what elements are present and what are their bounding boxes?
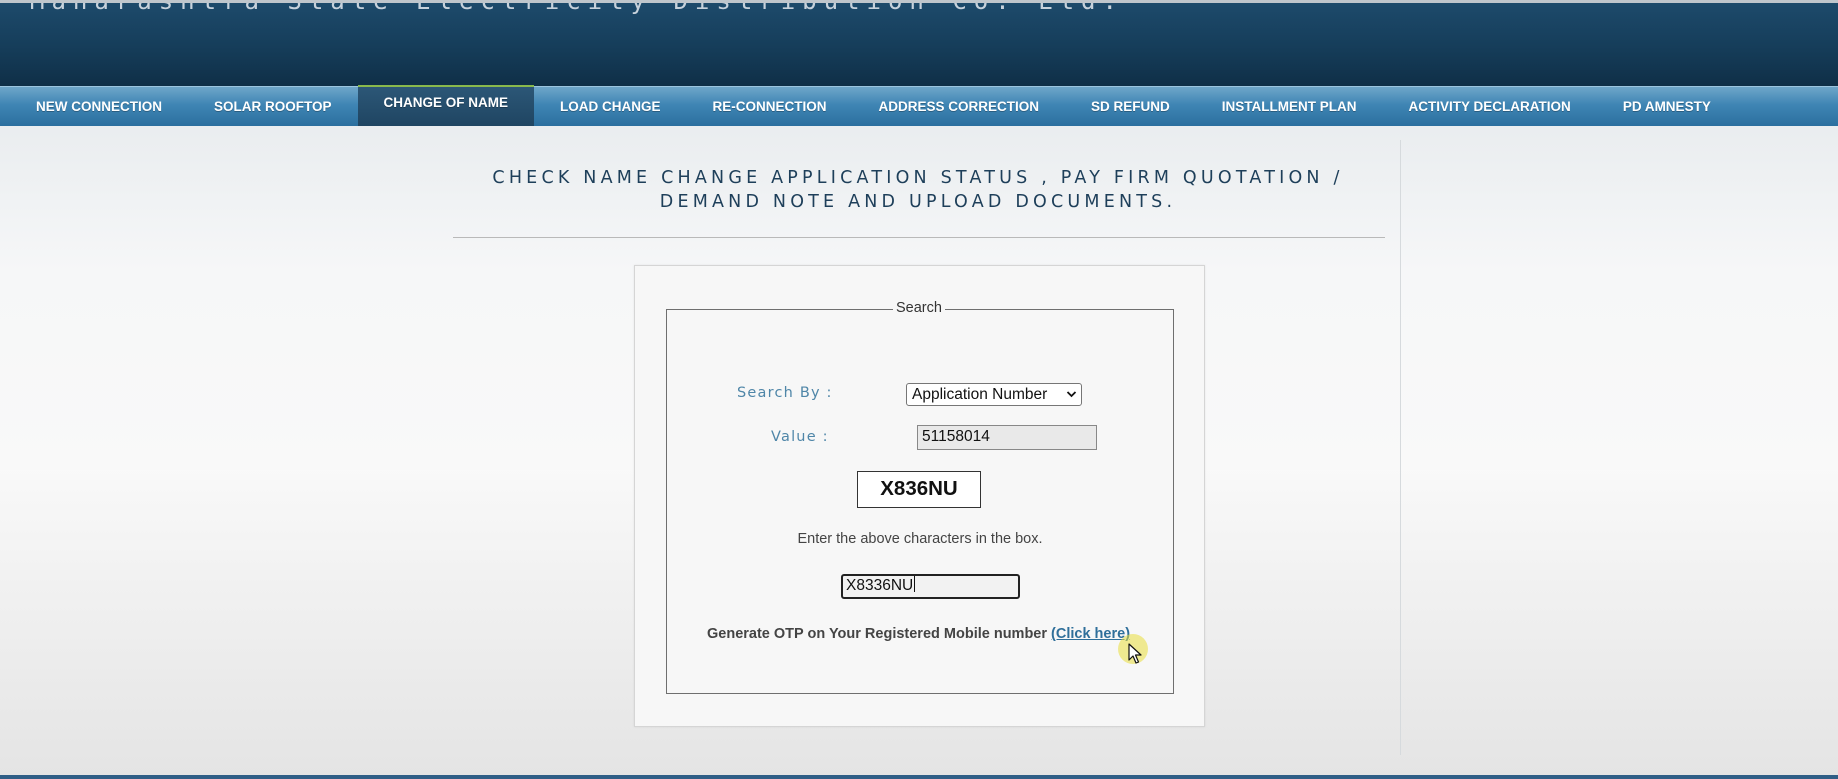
- nav-item-change-of-name[interactable]: CHANGE OF NAME: [357, 85, 535, 126]
- nav-item-pd-amnesty[interactable]: PD AMNESTY: [1597, 87, 1737, 126]
- main-nav: NEW CONNECTION SOLAR ROOFTOP CHANGE OF N…: [0, 85, 1838, 126]
- nav-item-new-connection[interactable]: NEW CONNECTION: [10, 87, 188, 126]
- page-title: CHECK NAME CHANGE APPLICATION STATUS , P…: [453, 166, 1383, 214]
- site-title: Maharashtra State Electricity Distributi…: [30, 3, 1124, 15]
- nav-item-activity-declaration[interactable]: ACTIVITY DECLARATION: [1383, 87, 1597, 126]
- captcha-input-value: X8336NU: [846, 577, 914, 594]
- nav-item-sd-refund[interactable]: SD REFUND: [1065, 87, 1196, 126]
- title-divider: [453, 237, 1385, 238]
- page-title-line-2: DEMAND NOTE AND UPLOAD DOCUMENTS.: [659, 192, 1177, 212]
- value-input[interactable]: 51158014: [917, 425, 1097, 450]
- search-fieldset: Search Search By : Application Number Va…: [666, 300, 1174, 694]
- nav-item-installment-plan[interactable]: INSTALLMENT PLAN: [1196, 87, 1383, 126]
- otp-line: Generate OTP on Your Registered Mobile n…: [707, 626, 1130, 642]
- site-header: Maharashtra State Electricity Distributi…: [0, 3, 1838, 86]
- captcha-image: X836NU: [857, 471, 981, 508]
- nav-item-solar-rooftop[interactable]: SOLAR ROOFTOP: [188, 87, 358, 126]
- nav-item-re-connection[interactable]: RE-CONNECTION: [687, 87, 853, 126]
- nav-item-load-change[interactable]: LOAD CHANGE: [534, 87, 687, 126]
- search-legend: Search: [893, 300, 945, 316]
- mouse-cursor-icon: [1128, 643, 1142, 665]
- nav-item-address-correction[interactable]: ADDRESS CORRECTION: [853, 87, 1066, 126]
- search-by-select[interactable]: Application Number: [906, 383, 1082, 406]
- search-by-label: Search By :: [737, 385, 833, 401]
- page-title-line-1: CHECK NAME CHANGE APPLICATION STATUS , P…: [492, 168, 1344, 188]
- content-divider: [1400, 140, 1401, 755]
- text-caret: [914, 576, 916, 592]
- otp-text: Generate OTP on Your Registered Mobile n…: [707, 626, 1048, 642]
- captcha-hint: Enter the above characters in the box.: [797, 531, 1043, 547]
- otp-click-here-link[interactable]: (Click here): [1051, 626, 1130, 642]
- bottom-edge: [0, 775, 1838, 779]
- value-label: Value :: [771, 429, 829, 445]
- captcha-input[interactable]: X8336NU: [841, 574, 1020, 599]
- search-card: Search Search By : Application Number Va…: [634, 265, 1205, 727]
- search-by-selected-value: Application Number: [912, 386, 1048, 403]
- chevron-down-icon: [1066, 384, 1077, 412]
